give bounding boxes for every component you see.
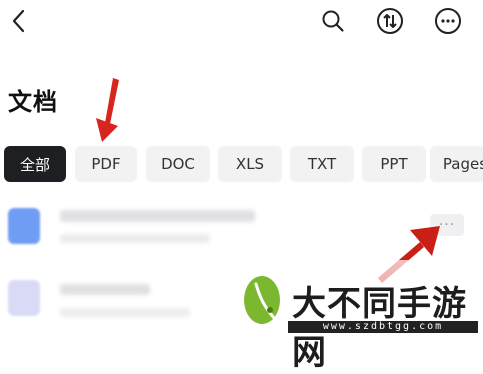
file-meta-blurred [60,234,210,243]
file-name-blurred [60,284,150,295]
filter-chip-pdf[interactable]: PDF [75,146,137,182]
filter-chip-txt[interactable]: TXT [290,146,354,182]
doc-file-icon [8,208,40,244]
filter-chip-doc[interactable]: DOC [146,146,210,182]
more-horizontal-icon [435,8,461,34]
search-button[interactable] [318,6,348,36]
filter-chip-xls[interactable]: XLS [218,146,282,182]
search-icon [322,10,344,32]
top-bar [0,0,483,40]
sort-arrows-icon [377,8,403,34]
back-button[interactable] [4,6,34,36]
filter-chip-all[interactable]: 全部 [4,146,66,182]
file-name-blurred [60,210,255,222]
page-title: 文档 [8,88,58,116]
chevron-left-icon [12,9,25,33]
file-meta-blurred [60,308,190,317]
filter-chip-pages[interactable]: Pages [430,146,483,182]
file-type-filter-bar: 全部 PDF DOC XLS TXT PPT Pages [4,146,483,182]
file-icon [8,280,40,316]
sort-button[interactable] [375,6,405,36]
more-options-button[interactable] [433,6,463,36]
filter-chip-ppt[interactable]: PPT [362,146,426,182]
watermark-url: www.szdbtgg.com [288,321,478,333]
annotation-arrow-pdf [96,78,119,142]
leaf-logo-icon [244,276,280,324]
